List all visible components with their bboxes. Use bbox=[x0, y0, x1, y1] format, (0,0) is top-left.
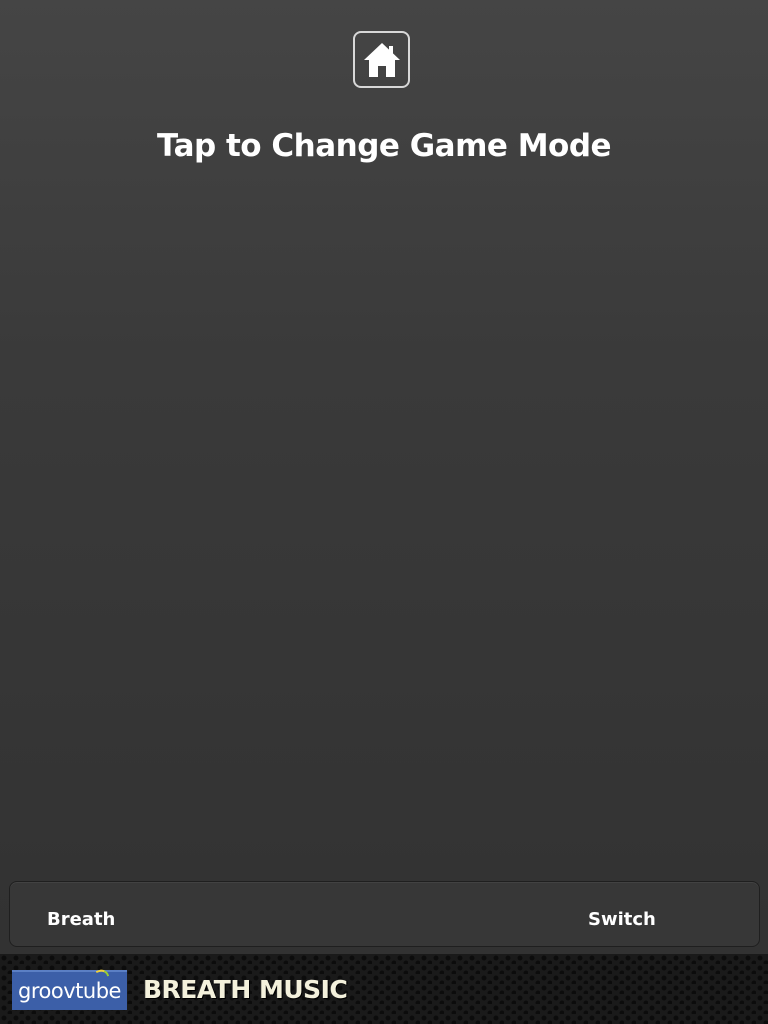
logo-accent-icon bbox=[95, 967, 110, 980]
footer-banner: groovtube BREATH MUSIC bbox=[0, 954, 768, 1024]
home-button[interactable] bbox=[353, 31, 410, 88]
groovtube-logo: groovtube bbox=[12, 967, 127, 1010]
change-game-mode-title[interactable]: Tap to Change Game Mode bbox=[0, 124, 768, 168]
app-name: BREATH MUSIC bbox=[143, 975, 348, 1004]
mode-switch[interactable]: Switch bbox=[588, 882, 656, 946]
logo-text: groovtube bbox=[18, 979, 121, 1003]
mode-breath[interactable]: Breath bbox=[47, 882, 115, 946]
game-mode-bar[interactable]: Breath Switch bbox=[9, 881, 760, 947]
home-icon bbox=[362, 40, 402, 80]
